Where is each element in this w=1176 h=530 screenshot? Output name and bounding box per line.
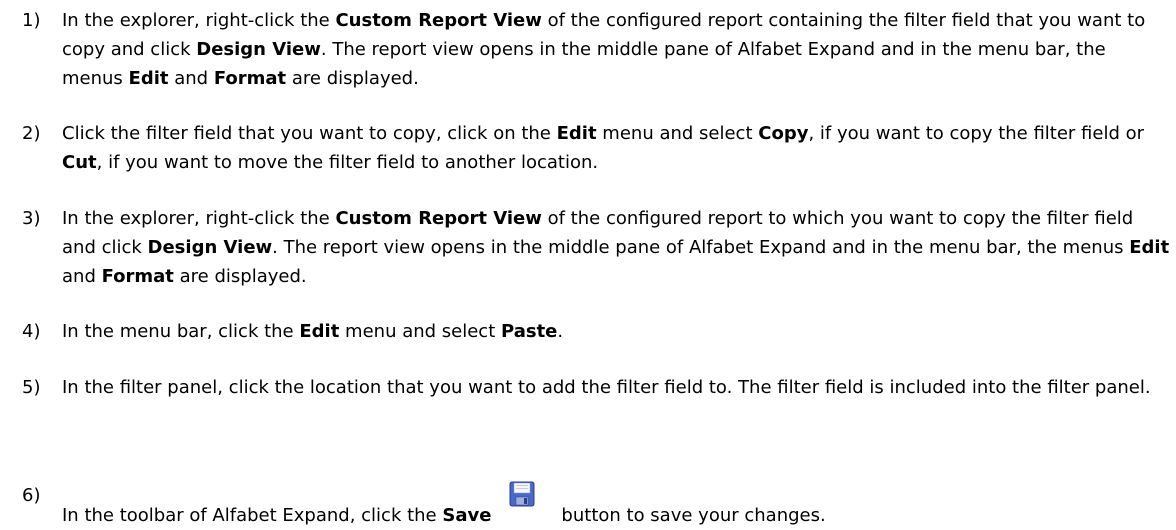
step-number: 6) <box>22 485 41 506</box>
step-3: 3) In the explorer, right-click the Cust… <box>22 204 1172 291</box>
step-number: 3) <box>22 208 41 229</box>
save-icon <box>509 481 535 507</box>
step-number: 2) <box>22 123 41 144</box>
step-text: In the explorer, right-click the Custom … <box>62 6 1172 93</box>
step-text: In the explorer, right-click the Custom … <box>62 204 1172 291</box>
step-text: In the menu bar, click the Edit menu and… <box>62 317 1172 346</box>
ui-term: Edit <box>556 123 597 144</box>
step-text-part: and <box>168 68 214 89</box>
step-text-part: In the explorer, right-click the <box>62 208 336 229</box>
ui-term: Edit <box>128 68 169 89</box>
step-5: 5) In the filter panel, click the locati… <box>22 373 1172 402</box>
step-text-part: In the filter panel, click the location … <box>62 377 1151 398</box>
step-text-part: , if you want to move the filter field t… <box>96 152 599 173</box>
ui-term: Format <box>101 266 174 287</box>
step-text-part: menu and select <box>339 321 501 342</box>
ui-term: Custom Report View <box>335 10 542 31</box>
step-number: 4) <box>22 321 41 342</box>
ui-term: Design View <box>147 237 273 258</box>
step-text-part: menu and select <box>596 123 759 144</box>
step-text-part: In the explorer, right-click the <box>62 10 336 31</box>
step-text-part: are displayed. <box>286 68 419 89</box>
ui-term: Paste <box>501 321 558 342</box>
step-text-part: , if you want to copy the filter field o… <box>808 123 1145 144</box>
step-1: 1) In the explorer, right-click the Cust… <box>22 6 1172 93</box>
ui-term: Edit <box>1129 237 1170 258</box>
step-text: Click the filter field that you want to … <box>62 119 1172 177</box>
step-text-part: are displayed. <box>173 266 307 287</box>
ui-term: Custom Report View <box>335 208 542 229</box>
step-number: 1) <box>22 10 41 31</box>
step-text-part: In the menu bar, click the <box>62 321 300 342</box>
ui-term: Design View <box>196 39 321 60</box>
ui-term: Format <box>213 68 287 89</box>
ui-term: Copy <box>758 123 809 144</box>
step-text: In the filter panel, click the location … <box>62 373 1172 402</box>
ui-term: Edit <box>299 321 340 342</box>
step-2: 2) Click the filter field that you want … <box>22 119 1172 177</box>
step-4: 4) In the menu bar, click the Edit menu … <box>22 317 1172 346</box>
step-text-part: Click the filter field that you want to … <box>62 123 557 144</box>
step-text-part: . <box>557 321 564 342</box>
step-number: 5) <box>22 377 41 398</box>
step-text-part: and <box>62 266 102 287</box>
step-text-part: . The report view opens in the middle pa… <box>272 237 1130 258</box>
ui-term: Cut <box>62 152 97 173</box>
